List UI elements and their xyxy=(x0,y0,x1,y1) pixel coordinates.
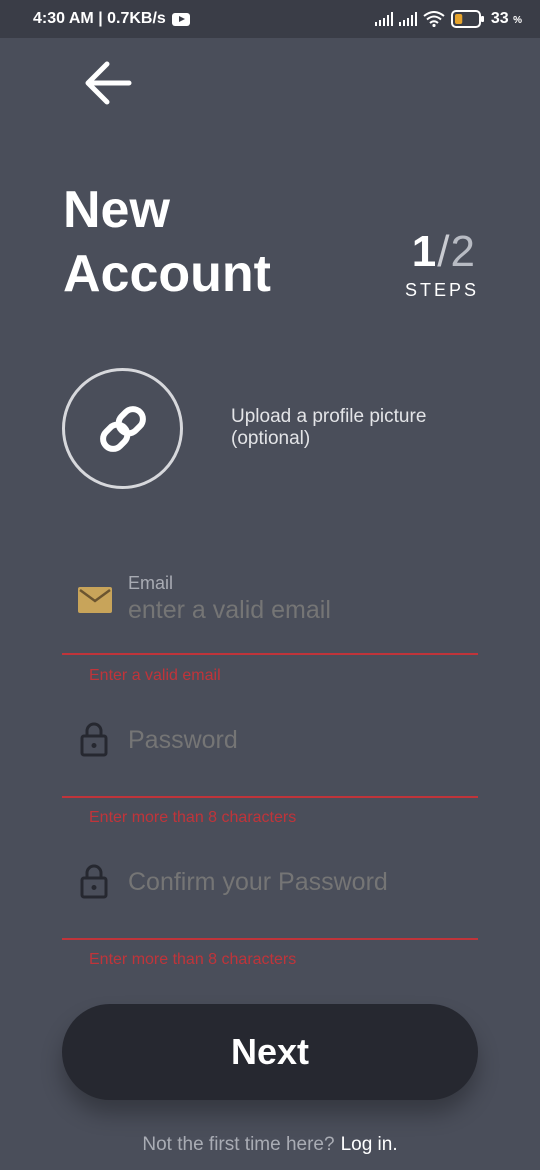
upload-profile-picture-button[interactable] xyxy=(62,368,183,489)
email-underline xyxy=(62,653,478,655)
step-numbers: 1/2 xyxy=(405,226,476,278)
confirm-password-field: Enter more than 8 characters xyxy=(62,857,478,968)
page-title-line1: New xyxy=(63,181,170,239)
status-left: 4:30 AM | 0.7KB/s xyxy=(33,10,190,28)
confirm-password-input[interactable] xyxy=(128,868,468,897)
email-input[interactable] xyxy=(128,596,468,625)
signal-icon xyxy=(374,12,393,26)
upload-profile-picture-label: Upload a profile picture (optional) xyxy=(231,406,427,449)
footer: Not the first time here? Log in. xyxy=(0,1134,540,1156)
status-time: 4:30 AM | 0.7KB/s xyxy=(33,10,166,27)
password-field: Enter more than 8 characters xyxy=(62,715,478,826)
wifi-icon xyxy=(423,11,445,27)
password-error: Enter more than 8 characters xyxy=(89,809,297,826)
password-underline xyxy=(62,796,478,798)
login-link[interactable]: Log in. xyxy=(341,1134,398,1155)
confirm-password-underline xyxy=(62,938,478,940)
step-current: 1 xyxy=(411,227,438,276)
battery-icon xyxy=(450,10,485,28)
footer-prompt: Not the first time here? xyxy=(142,1134,335,1155)
lock-icon xyxy=(80,863,108,904)
next-button[interactable]: Next xyxy=(62,1004,478,1100)
back-button[interactable] xyxy=(80,58,136,108)
status-bar: 4:30 AM | 0.7KB/s 33 % xyxy=(0,0,540,38)
page-title-line2: Account xyxy=(63,245,271,303)
password-input[interactable] xyxy=(128,726,468,755)
youtube-icon xyxy=(171,12,190,26)
step-counter: 1/2 STEPS xyxy=(405,226,476,301)
email-label: Email xyxy=(128,573,174,593)
envelope-icon xyxy=(78,587,112,618)
lock-icon xyxy=(80,721,108,762)
confirm-password-error: Enter more than 8 characters xyxy=(89,951,297,968)
email-field: Email Enter a valid email xyxy=(62,570,478,684)
step-label: STEPS xyxy=(404,280,479,300)
signal-icon xyxy=(398,12,417,26)
page-title: New Account xyxy=(63,178,271,306)
step-total: 2 xyxy=(450,227,476,276)
status-right: 33 % xyxy=(374,10,522,28)
step-separator: / xyxy=(437,227,451,276)
email-error: Enter a valid email xyxy=(89,667,221,684)
link-icon xyxy=(99,405,146,452)
battery-percentage: 33 % xyxy=(490,10,522,27)
arrow-left-icon xyxy=(85,61,132,105)
